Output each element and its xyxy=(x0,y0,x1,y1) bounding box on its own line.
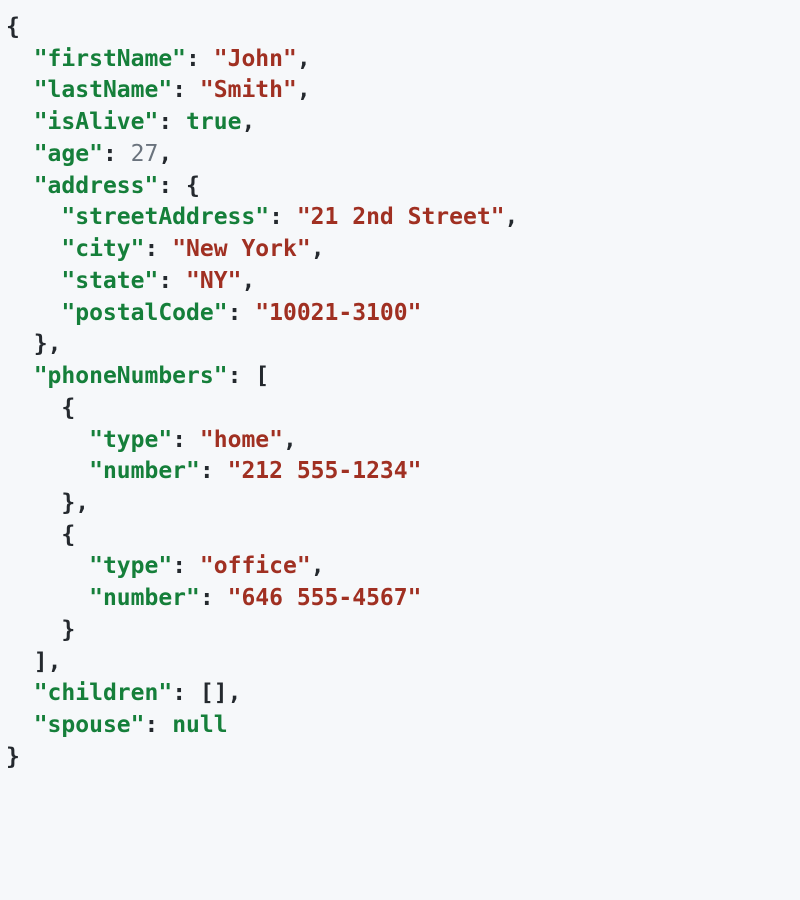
json-key-streetaddress: "streetAddress" xyxy=(61,204,269,230)
brace-close: } xyxy=(6,744,20,770)
json-key-lastname: "lastName" xyxy=(34,77,172,103)
json-value-firstname: "John" xyxy=(214,46,297,72)
json-key-age: "age" xyxy=(34,141,103,167)
json-value-number: "212 555-1234" xyxy=(228,458,422,484)
bracket-open: [ xyxy=(255,363,269,389)
json-value-type: "home" xyxy=(200,427,283,453)
json-value-city: "New York" xyxy=(172,236,310,262)
brace-close: } xyxy=(61,490,75,516)
json-code-block: { "firstName": "John", "lastName": "Smit… xyxy=(6,12,794,774)
brace-open: { xyxy=(61,395,75,421)
json-value-spouse: null xyxy=(172,712,227,738)
brace-open: { xyxy=(6,14,20,40)
brace-close: } xyxy=(34,331,48,357)
json-value-streetaddress: "21 2nd Street" xyxy=(297,204,505,230)
json-value-lastname: "Smith" xyxy=(200,77,297,103)
json-key-postalcode: "postalCode" xyxy=(61,300,227,326)
brace-open: { xyxy=(61,522,75,548)
json-key-phonenumbers: "phoneNumbers" xyxy=(34,363,228,389)
brace-close: } xyxy=(61,617,75,643)
json-value-isalive: true xyxy=(186,109,241,135)
json-value-postalcode: "10021-3100" xyxy=(255,300,421,326)
json-key-firstname: "firstName" xyxy=(34,46,186,72)
json-key-children: "children" xyxy=(34,680,172,706)
json-value-age: 27 xyxy=(131,141,159,167)
json-value-type: "office" xyxy=(200,553,311,579)
json-key-spouse: "spouse" xyxy=(34,712,145,738)
json-value-state: "NY" xyxy=(186,268,241,294)
bracket-close: ] xyxy=(34,649,48,675)
json-key-number: "number" xyxy=(89,585,200,611)
json-key-state: "state" xyxy=(61,268,158,294)
brace-open: { xyxy=(186,173,200,199)
json-key-type: "type" xyxy=(89,553,172,579)
json-key-address: "address" xyxy=(34,173,159,199)
json-key-city: "city" xyxy=(61,236,144,262)
json-key-type: "type" xyxy=(89,427,172,453)
json-value-children: [] xyxy=(200,680,228,706)
json-key-isalive: "isAlive" xyxy=(34,109,159,135)
json-value-number: "646 555-4567" xyxy=(228,585,422,611)
json-key-number: "number" xyxy=(89,458,200,484)
